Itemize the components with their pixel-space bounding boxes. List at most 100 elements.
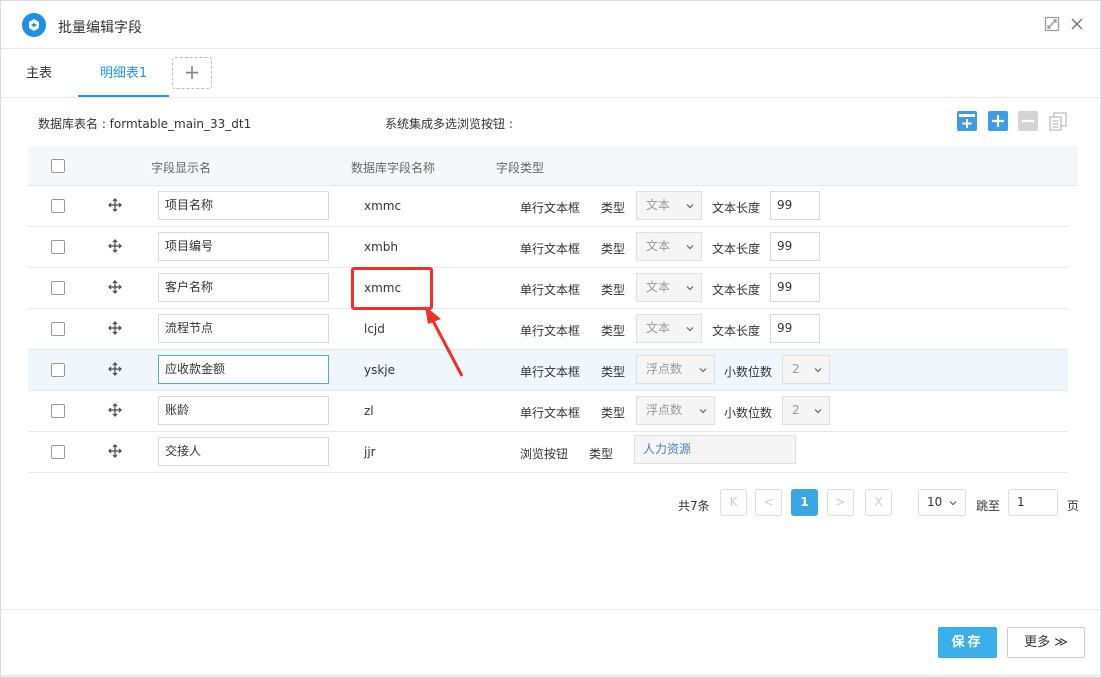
type-label: 类型 [589, 447, 614, 461]
close-icon[interactable] [1069, 16, 1087, 34]
field-type: 单行文本框 [520, 406, 581, 420]
db-field-name: xmbh [364, 240, 399, 254]
subtype-select[interactable]: 文本 [636, 273, 702, 302]
page-size-value: 10 [927, 495, 943, 509]
add-tab-button[interactable]: + [172, 57, 212, 89]
chevron-down-icon [686, 245, 694, 250]
drag-handle-icon[interactable] [108, 444, 122, 458]
chevron-down-icon [686, 204, 694, 209]
chevron-down-icon [949, 501, 957, 506]
header-db-name: 数据库字段名称 [351, 161, 436, 175]
dialog-title: 批量编辑字段 [58, 20, 142, 36]
first-page-button[interactable]: K [720, 489, 747, 516]
type-label: 类型 [601, 365, 626, 379]
jump-page-input[interactable]: 1 [1008, 489, 1058, 516]
more-button[interactable]: 更多 ≫ [1007, 627, 1085, 658]
row-checkbox[interactable] [51, 199, 65, 213]
last-page-button[interactable]: X [865, 489, 892, 516]
browse-button-label: 系统集成多选浏览按钮 : [385, 117, 513, 131]
display-name-input[interactable]: 项目名称 [158, 191, 329, 220]
decimal-select[interactable]: 2 [782, 396, 830, 425]
display-name-input[interactable]: 账龄 [158, 396, 329, 425]
param-input[interactable]: 99 [770, 273, 820, 302]
dialog-footer: 保存 更多 ≫ [1, 609, 1101, 677]
drag-handle-icon[interactable] [108, 321, 122, 335]
row-checkbox[interactable] [51, 281, 65, 295]
display-name-input[interactable]: 流程节点 [158, 314, 329, 343]
row-checkbox[interactable] [51, 363, 65, 377]
row-checkbox[interactable] [51, 240, 65, 254]
display-name-input[interactable]: 客户名称 [158, 273, 329, 302]
tab-main-table[interactable]: 主表 [15, 50, 63, 97]
table-row: 项目编号 xmbh 单行文本框 类型 文本 文本长度 99 [28, 227, 1068, 268]
drag-handle-icon[interactable] [108, 198, 122, 212]
subtype-value: 浮点数 [646, 362, 683, 376]
page-button-current[interactable]: 1 [791, 489, 818, 516]
prev-page-button[interactable]: < [755, 489, 782, 516]
param-label: 文本长度 [712, 242, 761, 256]
chevron-down-icon [814, 409, 822, 414]
save-button[interactable]: 保存 [938, 627, 997, 658]
drag-handle-icon[interactable] [108, 280, 122, 294]
page-size-select[interactable]: 10 [918, 489, 966, 516]
next-page-button[interactable]: > [827, 489, 854, 516]
type-label: 类型 [601, 201, 626, 215]
param-input[interactable]: 99 [770, 314, 820, 343]
subtype-value: 文本 [646, 280, 671, 294]
field-type: 单行文本框 [520, 283, 581, 297]
subtype-select[interactable]: 文本 [636, 314, 702, 343]
drag-handle-icon[interactable] [108, 239, 122, 253]
db-field-name: zl [364, 404, 374, 418]
row-checkbox[interactable] [51, 404, 65, 418]
annotation-arrow-icon [425, 306, 464, 377]
decimal-value: 2 [792, 362, 800, 376]
chevron-down-icon [686, 327, 694, 332]
subtype-select[interactable]: 浮点数 [636, 396, 715, 425]
row-checkbox[interactable] [51, 322, 65, 336]
subtype-value: 文本 [646, 239, 671, 253]
display-name-input[interactable]: 交接人 [158, 437, 329, 466]
copy-row-icon[interactable] [1048, 111, 1068, 131]
type-label: 类型 [601, 406, 626, 420]
subtype-value: 浮点数 [646, 403, 683, 417]
drag-handle-icon[interactable] [108, 403, 122, 417]
param-label: 文本长度 [712, 324, 761, 338]
table-row: 客户名称 xmmc 单行文本框 类型 文本 文本长度 99 [28, 268, 1068, 309]
param-label: 文本长度 [712, 201, 761, 215]
drag-handle-icon[interactable] [108, 362, 122, 376]
subtype-select[interactable]: 浮点数 [636, 355, 715, 384]
decimal-select[interactable]: 2 [782, 355, 830, 384]
add-row-icon[interactable] [988, 111, 1008, 131]
remove-row-icon[interactable] [1018, 111, 1038, 131]
param-label: 文本长度 [712, 283, 761, 297]
db-field-name: xmmc [364, 199, 402, 213]
tab-detail-table-1[interactable]: 明细表1 [78, 50, 169, 97]
table-row: 交接人 jjr 浏览按钮 类型 人力资源 [28, 432, 1068, 473]
field-type: 单行文本框 [520, 242, 581, 256]
insert-row-icon[interactable] [957, 111, 977, 131]
select-all-checkbox[interactable] [51, 159, 65, 173]
tab-bar: 主表 明细表1 + [1, 50, 1101, 98]
table-header: 字段显示名 数据库字段名称 字段类型 [28, 146, 1078, 186]
type-label: 类型 [601, 283, 626, 297]
subtype-select[interactable]: 文本 [636, 191, 702, 220]
param-input[interactable]: 99 [770, 232, 820, 261]
table-row: 账龄 zl 单行文本框 类型 浮点数 小数位数 2 [28, 391, 1068, 432]
browse-value-field[interactable]: 人力资源 [634, 435, 796, 464]
field-type: 单行文本框 [520, 324, 581, 338]
maximize-icon[interactable] [1044, 16, 1062, 34]
display-name-input[interactable]: 项目编号 [158, 232, 329, 261]
table-row: 流程节点 lcjd 单行文本框 类型 文本 文本长度 99 [28, 309, 1068, 350]
row-checkbox[interactable] [51, 445, 65, 459]
table-row: 应收款金额 yskje 单行文本框 类型 浮点数 小数位数 2 [28, 350, 1068, 391]
batch-edit-dialog: 批量编辑字段 主表 明细表1 + 数据库表名 : formtable_main_… [0, 0, 1101, 676]
display-name-input[interactable]: 应收款金额 [158, 355, 329, 384]
table-row: 项目名称 xmmc 单行文本框 类型 文本 文本长度 99 [28, 186, 1068, 227]
chevron-down-icon [699, 409, 707, 414]
decimal-value: 2 [792, 403, 800, 417]
param-input[interactable]: 99 [770, 191, 820, 220]
subtype-select[interactable]: 文本 [636, 232, 702, 261]
subtype-value: 文本 [646, 198, 671, 212]
chevron-down-icon [686, 286, 694, 291]
header-display-name: 字段显示名 [151, 161, 212, 175]
